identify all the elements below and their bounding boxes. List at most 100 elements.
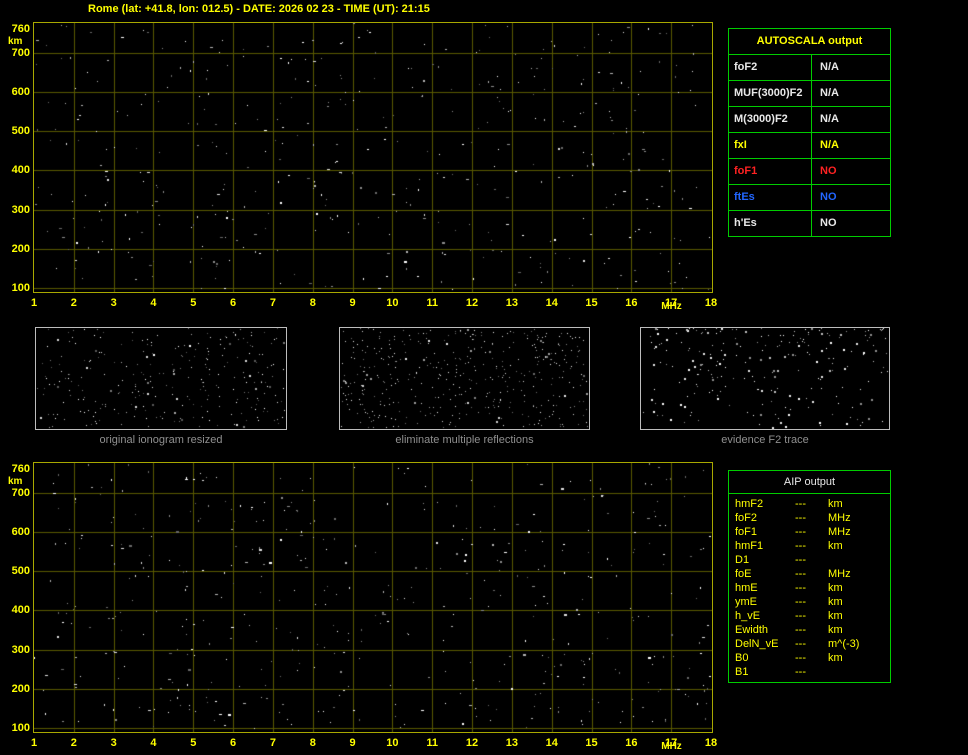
- autoscala-param-label: fxI: [729, 133, 812, 158]
- aip-param-unit: km: [828, 582, 843, 594]
- y-tick-200-top: 200: [11, 242, 30, 255]
- aip-param-unit: km: [828, 540, 843, 552]
- autoscala-row-0: foF2 N/A: [729, 55, 890, 80]
- aip-row-7: ymE --- km: [729, 595, 890, 609]
- y-tick-400-bottom: 400: [11, 604, 30, 617]
- x-tick-18-bottom: 18: [704, 737, 718, 749]
- aip-param-unit: MHz: [828, 526, 851, 538]
- x-tick-14-bottom: 14: [545, 737, 558, 749]
- autoscala-param-label: foF1: [729, 159, 812, 184]
- aip-param-value: ---: [795, 666, 806, 678]
- aip-param-name: Ewidth: [735, 624, 769, 636]
- caption-evidence-f2-trace: evidence F2 trace: [721, 434, 809, 446]
- autoscala-row-1: MUF(3000)F2 N/A: [729, 80, 890, 106]
- aip-param-name: foF2: [735, 512, 758, 524]
- aip-param-value: ---: [795, 610, 806, 622]
- y-axis-unit-top: km: [8, 36, 23, 47]
- aip-row-9: Ewidth --- km: [729, 623, 890, 637]
- autoscala-param-label: MUF(3000)F2: [729, 81, 812, 106]
- x-tick-15-top: 15: [585, 297, 598, 309]
- y-tick-500-top: 500: [11, 125, 30, 138]
- y-tick-300-bottom: 300: [11, 643, 30, 656]
- panel-evidence-f2-trace: [640, 327, 890, 430]
- x-tick-10-bottom: 10: [386, 737, 399, 749]
- y-tick-100-bottom: 100: [11, 722, 30, 734]
- x-tick-15-bottom: 15: [585, 737, 598, 749]
- panel-original-ionogram: [35, 327, 287, 430]
- y-tick-200-bottom: 200: [11, 682, 30, 695]
- aip-param-unit: [828, 665, 890, 679]
- y-tick-760-bottom: 760: [11, 463, 30, 475]
- x-tick-5-bottom: 5: [190, 737, 197, 749]
- y-tick-400-top: 400: [11, 164, 30, 177]
- x-axis-unit-bottom: MHz: [661, 741, 682, 752]
- ionogram-canvas-bottom: [34, 463, 712, 732]
- x-tick-6-top: 6: [230, 297, 237, 309]
- autoscala-param-label: M(3000)F2: [729, 107, 812, 132]
- aip-row-4: D1 ---: [729, 553, 890, 567]
- aip-param-name: foE: [735, 568, 752, 580]
- x-axis-unit-top: MHz: [661, 301, 682, 312]
- autoscala-row-5: ftEs NO: [729, 184, 890, 210]
- x-tick-5-top: 5: [190, 297, 197, 309]
- autoscala-row-6: h'Es NO: [729, 210, 890, 236]
- x-tick-13-top: 13: [505, 297, 518, 309]
- autoscala-output-table: AUTOSCALA output foF2 N/A MUF(3000)F2 N/A M(…: [728, 28, 891, 237]
- x-tick-8-bottom: 8: [309, 737, 316, 749]
- x-tick-18-top: 18: [704, 297, 718, 309]
- aip-param-value: ---: [795, 568, 806, 580]
- aip-param-name: B0: [735, 652, 749, 664]
- autoscala-row-2: M(3000)F2 N/A: [729, 106, 890, 132]
- aip-param-name: foF1: [735, 526, 758, 538]
- y-tick-100-top: 100: [11, 282, 30, 294]
- y-tick-600-top: 600: [11, 85, 30, 98]
- aip-param-unit: MHz: [828, 512, 851, 524]
- aip-param-unit: [828, 553, 890, 567]
- autoscala-param-value: N/A: [820, 139, 839, 151]
- aip-param-value: ---: [795, 554, 806, 566]
- aip-param-name: B1: [735, 666, 749, 678]
- aip-param-value: ---: [795, 624, 806, 636]
- autoscala-param-label: h'Es: [729, 211, 812, 236]
- aip-row-10: DelN_vE --- m^(-3): [729, 637, 890, 651]
- aip-param-name: hmF2: [735, 498, 764, 510]
- y-axis-unit-bottom: km: [8, 476, 23, 487]
- y-tick-600-bottom: 600: [11, 525, 30, 538]
- autoscala-param-label: ftEs: [729, 185, 812, 210]
- aip-param-unit: km: [828, 624, 843, 636]
- aip-param-value: ---: [795, 540, 806, 552]
- aip-param-name: ymE: [735, 596, 757, 608]
- aip-param-name: D1: [735, 554, 750, 566]
- x-tick-3-bottom: 3: [110, 737, 117, 749]
- autoscala-param-value: N/A: [820, 113, 839, 125]
- x-tick-12-top: 12: [465, 297, 479, 309]
- aip-param-name: hmE: [735, 582, 758, 594]
- autoscala-table-title: AUTOSCALA output: [729, 29, 890, 55]
- x-tick-14-top: 14: [545, 297, 558, 309]
- y-tick-300-top: 300: [11, 203, 30, 216]
- aip-row-3: hmF1 --- km: [729, 539, 890, 553]
- x-tick-13-bottom: 13: [505, 737, 518, 749]
- y-tick-760-top: 760: [11, 23, 30, 35]
- x-tick-7-top: 7: [269, 297, 276, 309]
- aip-param-value: ---: [795, 526, 806, 538]
- aip-param-name: hmF1: [735, 540, 764, 552]
- x-tick-6-bottom: 6: [230, 737, 237, 749]
- aip-row-1: foF2 --- MHz: [729, 511, 890, 525]
- caption-original-ionogram: original ionogram resized: [99, 434, 223, 446]
- autoscala-param-value: NO: [820, 191, 837, 203]
- x-tick-8-top: 8: [309, 297, 316, 309]
- aip-param-unit: km: [828, 498, 843, 510]
- aip-param-value: ---: [795, 498, 806, 510]
- x-tick-4-bottom: 4: [150, 737, 157, 749]
- panel-eliminate-reflections: [339, 327, 590, 430]
- x-tick-11-bottom: 11: [426, 737, 439, 749]
- caption-eliminate-reflections: eliminate multiple reflections: [395, 434, 534, 446]
- y-tick-500-bottom: 500: [11, 565, 30, 578]
- aip-row-5: foE --- MHz: [729, 567, 890, 581]
- autoscala-table-rows: foF2 N/A MUF(3000)F2 N/A M(3000)F2 N/A fxI N/A f…: [729, 55, 890, 236]
- aip-param-unit: km: [828, 596, 843, 608]
- aip-param-value: ---: [795, 652, 806, 664]
- station-date-time-title: Rome (lat: +41.8, lon: 012.5) - DATE: 20…: [88, 3, 430, 15]
- x-tick-16-bottom: 16: [625, 737, 638, 749]
